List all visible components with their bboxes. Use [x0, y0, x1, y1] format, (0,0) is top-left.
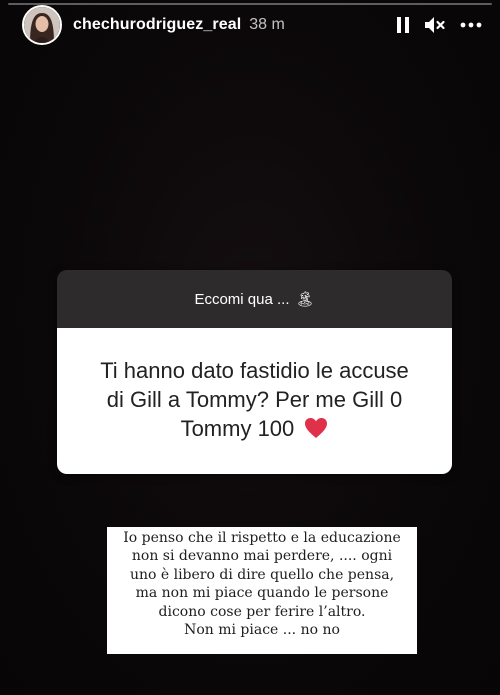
story-timestamp: 38 m [249, 16, 285, 33]
story-username[interactable]: chechurodriguez_real [73, 16, 241, 34]
story-progress-bar [8, 3, 492, 5]
answer-line: uno è libero di dire quello che pensa, [129, 566, 395, 583]
more-options-icon[interactable] [460, 22, 482, 28]
question-line: di Gill a Tommy? Per me Gill 0 [106, 387, 403, 412]
story-viewer[interactable]: chechurodriguez_real 38 m Eccomi qua ...… [0, 0, 500, 695]
answer-line: non si devanno mai perdere, .... ogni [131, 548, 393, 565]
avatar[interactable] [22, 5, 62, 45]
island-emoji: 🏝 [295, 291, 315, 308]
question-text: Ti hanno dato fastidio le accuse di Gill… [100, 356, 409, 446]
question-sticker-body: Ti hanno dato fastidio le accuse di Gill… [57, 328, 452, 474]
answer-line: dicono cose per ferire l’altro. [158, 603, 366, 620]
question-sticker-header: Eccomi qua ... 🏝 [57, 270, 452, 328]
red-heart-icon [304, 417, 328, 446]
muted-speaker-icon[interactable] [424, 16, 446, 34]
question-sticker[interactable]: Eccomi qua ... 🏝 Ti hanno dato fastidio … [57, 270, 452, 474]
question-line: Ti hanno dato fastidio le accuse [100, 358, 409, 383]
answer-line: Io penso che il rispetto e la educazione [123, 530, 401, 546]
answer-text-box: Io penso che il rispetto e la educazione… [107, 527, 417, 654]
question-line: Tommy 100 [180, 416, 295, 441]
pause-icon[interactable] [396, 16, 410, 34]
story-header: chechurodriguez_real 38 m [22, 5, 482, 45]
answer-line: Non mi piace ... no no [184, 622, 340, 639]
question-prompt: Eccomi qua ... [194, 290, 290, 308]
story-controls [396, 16, 482, 34]
answer-line: ma non mi piace quando le persone [135, 585, 389, 602]
